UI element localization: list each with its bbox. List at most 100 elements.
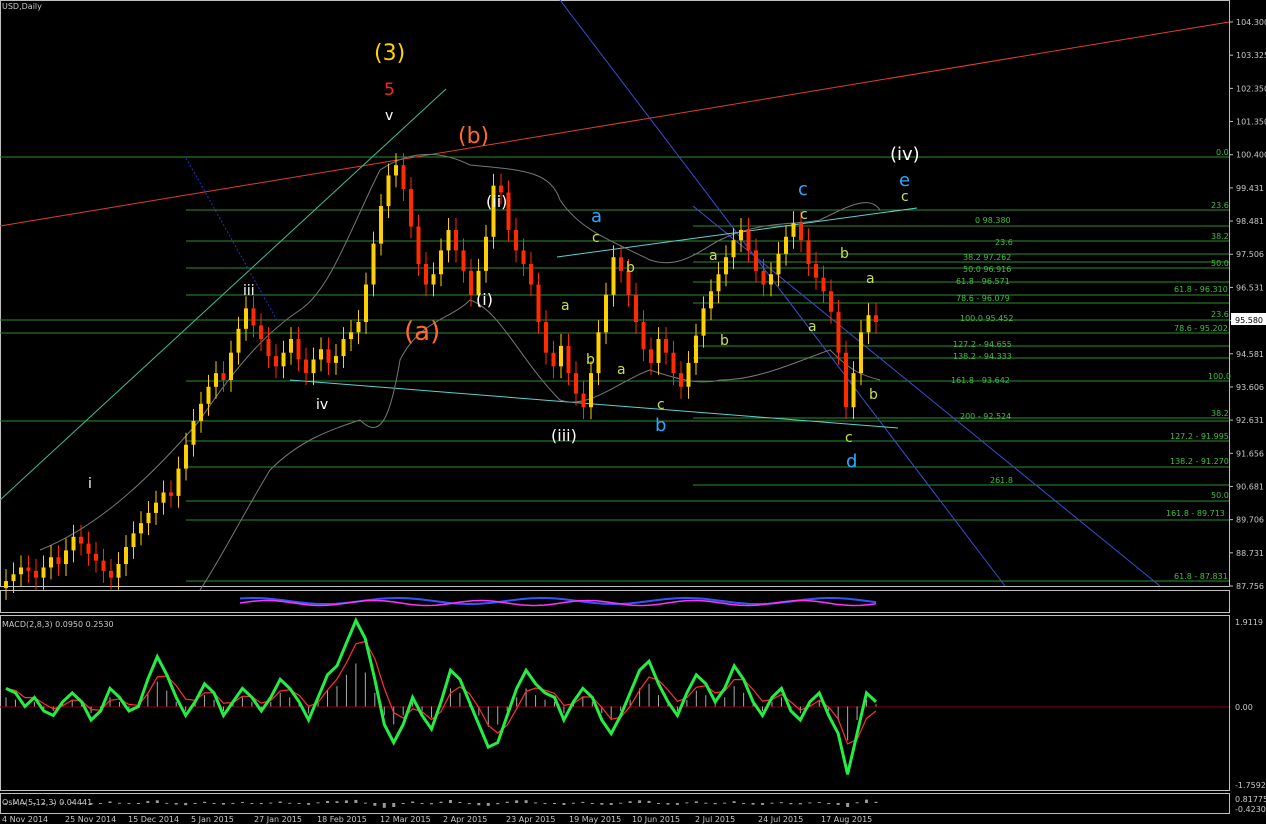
wave-label: a xyxy=(591,206,602,227)
candle-body xyxy=(761,270,766,285)
fib-label: 127.2 - 91.995 xyxy=(1170,432,1229,441)
candle-body xyxy=(364,284,368,322)
date-tick-label: 24 Jul 2015 xyxy=(758,815,803,824)
osma-bar xyxy=(723,802,727,804)
fib-label: 61.8 - 87.831 xyxy=(1174,572,1228,581)
osma-bar xyxy=(250,803,254,804)
date-tick-label: 15 Dec 2014 xyxy=(128,815,179,824)
candle-body xyxy=(79,536,83,544)
candle-body xyxy=(304,359,308,374)
osma-bar xyxy=(240,801,244,803)
osma-bar xyxy=(675,803,679,805)
osma-bar xyxy=(543,803,547,804)
candle-body xyxy=(776,253,781,275)
osma-bar xyxy=(174,803,178,805)
candle-body xyxy=(311,359,316,374)
osma-bar xyxy=(297,803,301,804)
osma-bar xyxy=(278,801,282,803)
osma-bar xyxy=(184,803,188,806)
candle-body xyxy=(589,373,593,408)
osma-bar xyxy=(562,803,566,805)
osma-bar xyxy=(486,803,490,806)
candle-body xyxy=(401,165,406,190)
osma-bar xyxy=(146,801,150,803)
fib-label: 161.8 - 93.642 xyxy=(951,376,1010,385)
osma-bar xyxy=(609,803,613,805)
candle-body xyxy=(784,236,788,254)
fib-text: 0.0 23.6 38.2 50.0 61.8 - 96.310 23.6 78… xyxy=(951,148,1231,581)
volume-panel-frame xyxy=(0,590,1230,613)
osma-bar xyxy=(448,799,452,803)
osma-bar xyxy=(666,803,670,805)
candle-body xyxy=(326,349,331,363)
fib-label: 38.2 xyxy=(1211,232,1229,241)
candle-body xyxy=(161,492,166,503)
macd-panel-frame xyxy=(0,615,1230,791)
price-tick-label: 91.656 xyxy=(1236,449,1264,458)
candle-body xyxy=(154,502,158,513)
wave-label: (3) xyxy=(374,41,405,66)
candle-body xyxy=(26,567,31,571)
candle-body xyxy=(416,226,421,265)
wave-label: d xyxy=(846,451,857,472)
candle-body xyxy=(581,393,586,408)
candle-body xyxy=(806,240,811,265)
osma-bar xyxy=(203,801,207,803)
candle-body xyxy=(409,189,413,227)
fib-label: 261.8 xyxy=(990,476,1013,485)
candle-body xyxy=(551,352,556,367)
candle-body xyxy=(221,373,226,380)
wave-label: b xyxy=(586,352,595,368)
wave-label: (iii) xyxy=(551,426,577,445)
price-tick-label: 89.706 xyxy=(1236,516,1264,525)
osma-bar xyxy=(571,802,575,804)
macd-main-line xyxy=(5,616,878,775)
wave-label: (iv) xyxy=(890,144,920,165)
osma-bar xyxy=(382,803,386,808)
candle-body xyxy=(229,352,233,380)
price-tick-label: 101.350 xyxy=(1236,118,1266,127)
wave-label: 5 xyxy=(384,80,395,100)
candle-body xyxy=(521,250,526,265)
osma-bar xyxy=(401,803,405,804)
wave-label: b xyxy=(869,387,878,403)
osma-bar xyxy=(789,803,793,805)
candle-body xyxy=(844,352,848,408)
osma-bar xyxy=(307,803,311,805)
osma-bar xyxy=(392,803,396,807)
osma-bar xyxy=(411,801,415,803)
osma-bar xyxy=(619,802,623,804)
candle-body xyxy=(19,567,23,575)
osma-bar xyxy=(439,801,443,803)
fib-label: 138.2 - 94.333 xyxy=(953,352,1012,361)
price-tick-label: 94.581 xyxy=(1236,350,1264,359)
envelope-lower xyxy=(199,299,881,591)
osma-bar xyxy=(855,802,859,804)
date-tick-label: 19 May 2015 xyxy=(569,815,621,824)
candle-body xyxy=(484,236,488,271)
fib-lines xyxy=(0,156,1229,582)
osma-bar xyxy=(373,803,377,806)
candle-body xyxy=(769,274,773,285)
candle-body xyxy=(739,229,743,241)
osma-bar xyxy=(354,799,358,803)
candle-body xyxy=(859,332,863,374)
date-tick-label: 18 Feb 2015 xyxy=(317,815,367,824)
date-tick-label: 17 Aug 2015 xyxy=(821,815,872,824)
price-tick-label: 96.531 xyxy=(1236,283,1264,292)
candle-body xyxy=(709,291,713,309)
fib-label: 78.6 - 95.202 xyxy=(1174,324,1228,333)
candle-body xyxy=(679,373,683,387)
price-axis: 104.300 103.325 102.350 101.350 100.400 99.43… xyxy=(1229,18,1266,591)
wave-label: c xyxy=(798,179,808,200)
candle-body xyxy=(11,574,16,582)
candle-body xyxy=(139,523,143,534)
candle-body xyxy=(686,362,691,387)
osma-bar xyxy=(99,803,103,804)
wave-label: v xyxy=(385,108,393,124)
wave-label: (b) xyxy=(458,124,489,149)
candle-body xyxy=(199,403,203,421)
osma-bar xyxy=(363,802,367,804)
candle-body xyxy=(146,512,151,524)
osma-bar xyxy=(316,802,320,804)
